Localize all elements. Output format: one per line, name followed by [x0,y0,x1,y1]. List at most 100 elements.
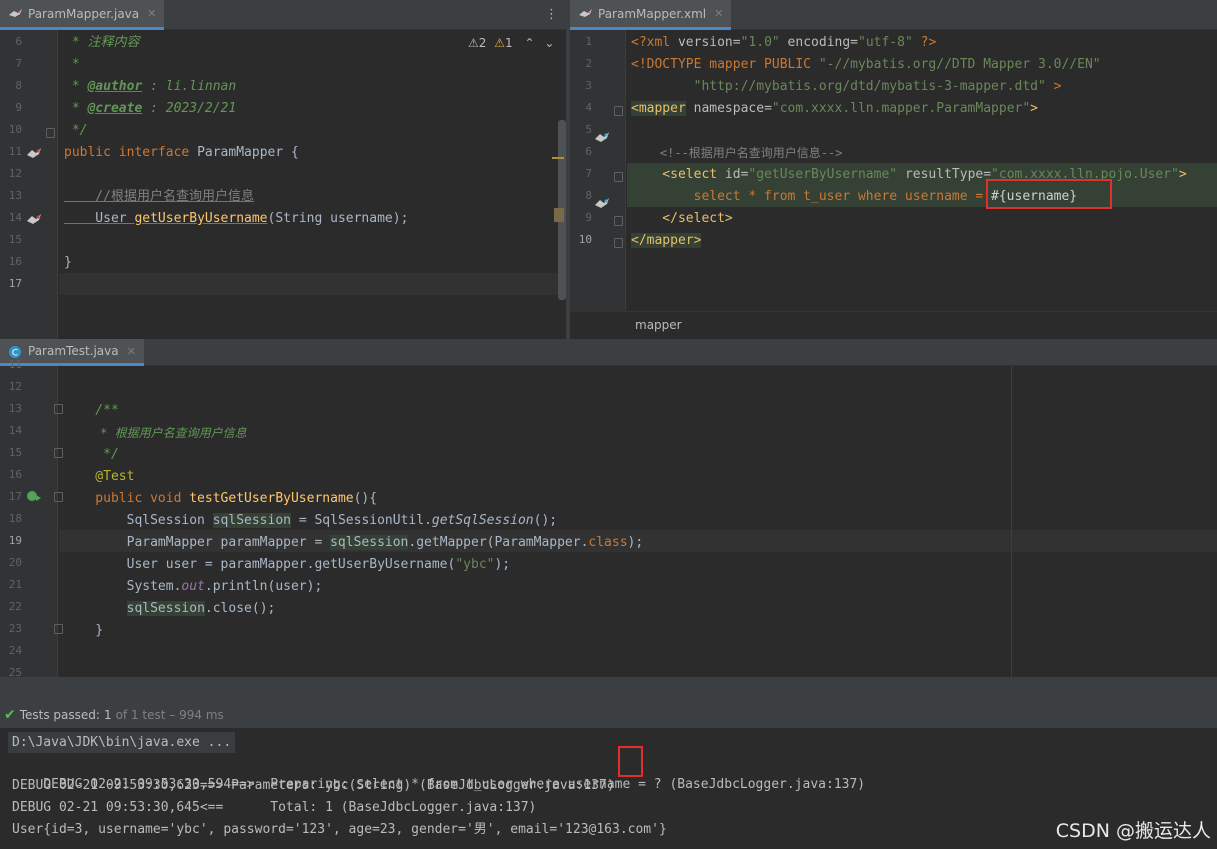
code-line: @Test [64,469,135,484]
xml-tag: </mapper> [631,233,702,248]
line-number: 3 [585,79,592,92]
fold-marker-icon[interactable] [54,448,63,458]
sql-placeholder: ? [653,777,670,792]
console-line: DEBUG 02-21 09:53:30,645<== Total: 1 (Ba… [12,800,537,815]
panel-separator[interactable] [0,677,1217,702]
line-number: 17 [8,277,22,290]
code-line: <!DOCTYPE mapper PUBLIC "-//mybatis.org/… [631,54,1101,76]
static-field: out [181,579,205,594]
chevron-down-icon[interactable]: ⌄ [544,36,554,50]
doctype: <!DOCTYPE mapper PUBLIC [631,57,819,72]
line-number: 17 [8,490,22,503]
code-line: public void testGetUserByUsername(){ [64,488,377,510]
fold-marker-icon[interactable] [54,624,63,634]
line-number: 23 [8,622,22,635]
mapper-bird-icon[interactable] [26,146,42,160]
javadoc-create-value: : 2023/2/21 [142,101,237,116]
mapper-bird-icon[interactable] [594,196,610,210]
more-options-icon[interactable]: ⋮ [545,7,558,22]
code-line: * @create : 2023/2/21 [64,101,237,116]
code-line: //根据用户名查询用户信息 [64,189,254,204]
xml-attr: resultType= [897,167,992,182]
xml-decl: <?xml [631,35,678,50]
sql-text: select * from t_user where username = [631,189,992,204]
fold-marker-icon[interactable] [46,128,55,138]
line-number: 13 [8,189,22,202]
code-line: * 根据用户名查询用户信息 [64,426,247,440]
code-line: User user = paramMapper.getUserByUsernam… [64,554,511,576]
mapper-bird-icon[interactable] [26,212,42,226]
line-number: 10 [8,123,22,136]
test-tabbar: C ParamTest.java ✕ [0,339,1217,366]
tests-passed-label: Tests passed: [19,708,100,722]
xml-value: "1.0" [740,35,780,50]
fold-marker-icon[interactable] [54,404,63,414]
interface-name: ParamMapper { [197,145,299,160]
line-number: 20 [8,556,22,569]
static-method: getSqlSession [431,513,534,528]
code-text: .close(); [204,601,276,616]
line-number: 4 [585,101,592,114]
chevron-up-icon[interactable]: ⌃ [524,36,534,50]
line-number: 11 [8,145,22,158]
error-stripe-marker[interactable] [554,208,564,222]
code-line: * @author : li.linnan [64,79,237,94]
warning-count: 2 [478,36,487,50]
line-number: 6 [15,35,22,48]
code-line: </mapper> [631,230,702,252]
mapper-bird-icon [9,9,22,17]
xml-tag: > [1178,167,1187,182]
xml-tag: <select [631,167,718,182]
code-line: ParamMapper paramMapper = sqlSession.get… [64,532,643,554]
mapper-bird-icon[interactable] [594,130,610,144]
inspection-widget[interactable]: ⚠2 ⚠1 ⌃ ⌄ [468,36,554,50]
fold-marker-icon[interactable] [54,492,63,502]
mapper-bird-icon [579,9,592,17]
line-number: 12 [8,380,22,393]
code-line: public interface ParamMapper { [64,142,299,164]
fold-marker-icon[interactable] [614,172,623,182]
fold-marker-icon[interactable] [614,106,623,116]
fold-marker-icon[interactable] [614,238,623,248]
breadcrumb-item[interactable]: mapper [635,318,682,332]
line-number: 21 [8,578,22,591]
xml-value: "-//mybatis.org//DTD Mapper 3.0//EN" [818,57,1101,72]
close-icon[interactable]: ✕ [147,7,156,20]
run-test-icon[interactable] [26,489,42,503]
fold-marker-icon[interactable] [614,216,623,226]
log-text: (BaseJdbcLogger.java:137) [669,777,866,792]
code-line: User getUserByUsername(String username); [64,208,408,230]
line-number: 14 [8,424,22,437]
tab-parammapper-xml[interactable]: ParamMapper.xml ✕ [570,0,732,30]
tests-passed-count: 1 [103,708,112,722]
close-icon[interactable]: ✕ [714,7,723,20]
javadoc-author-tag: @author [87,79,143,94]
keyword: class [588,535,628,550]
code-text: ); [494,557,511,572]
code-text: User user = paramMapper.getUserByUsernam… [64,557,456,572]
keyword: public void [64,491,190,506]
line-number: 14 [8,211,22,224]
console-line: DEBUG 02-21 09:53:30,623==> Parameters: … [12,778,615,793]
doctype: > [1045,79,1062,94]
method-name: testGetUserByUsername [189,491,354,506]
java-tabbar: ParamMapper.java ✕ ⋮ [0,0,566,30]
highlight-box [986,179,1112,209]
keyword: public [64,145,111,160]
code-line: <!--根据用户名查询用户信息--> [631,146,843,160]
close-icon[interactable]: ✕ [127,345,136,358]
line-number: 15 [8,233,22,246]
code-text: .getMapper(ParamMapper. [408,535,589,550]
method-name: getUserByUsername [134,211,268,226]
line-number: 16 [8,255,22,268]
code-line: <mapper namespace="com.xxxx.lln.mapper.P… [631,98,1038,120]
code-text: (); [533,513,558,528]
highlight-box [618,746,643,777]
error-stripe-marker[interactable] [552,157,564,159]
line-number: 2 [585,57,592,70]
tab-parammapper-java[interactable]: ParamMapper.java ✕ [0,0,165,30]
xml-tag: <mapper [631,101,686,116]
code-line: */ [64,447,119,462]
line-number: 1 [585,35,592,48]
code-line: </select> [631,208,732,230]
